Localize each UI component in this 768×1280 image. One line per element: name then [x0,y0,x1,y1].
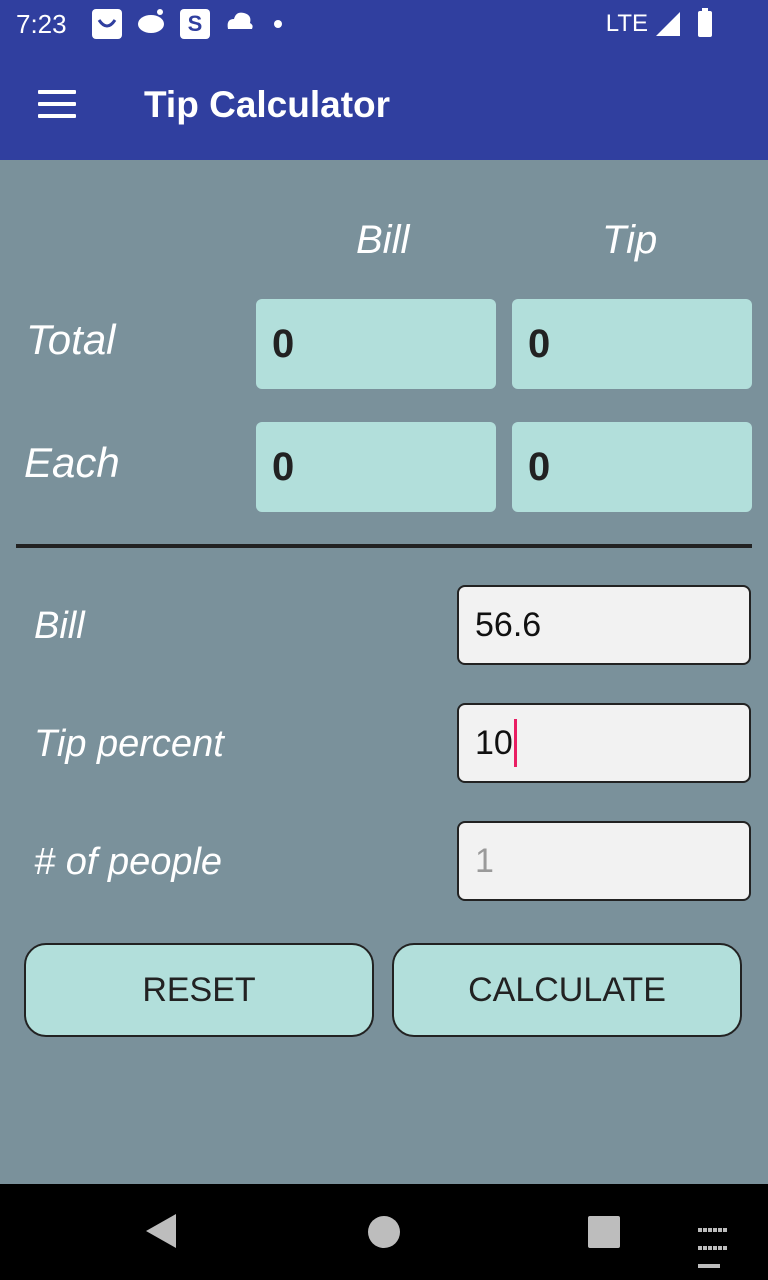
reddit-icon [136,8,166,39]
page-title: Tip Calculator [144,84,391,125]
shopping-bag-icon [92,8,122,39]
bill-column-header: Bill [356,218,410,262]
each-bill-value: 0 [256,422,496,512]
total-tip-value: 0 [512,299,752,389]
text-cursor [513,719,517,767]
people-label: # of people [34,841,223,883]
each-tip-value: 0 [512,422,752,512]
tip-percent-label: Tip percent [34,723,224,765]
calculate-button[interactable]: CALCULATE [392,943,742,1037]
dot-icon [274,19,282,28]
app-bar: Tip Calculator [0,50,768,160]
keyboard-icon[interactable] [698,1222,732,1268]
total-bill-value: 0 [256,299,496,389]
total-row-label: Total [26,316,116,363]
tip-column-header: Tip [602,218,658,262]
menu-icon[interactable] [38,90,76,120]
signal-icon [656,12,682,41]
tip-percent-input[interactable]: 10 [457,703,751,783]
tip-percent-value: 10 [475,723,513,762]
reset-button[interactable]: RESET [24,943,374,1037]
recents-icon[interactable] [588,1216,620,1248]
home-icon[interactable] [368,1216,400,1248]
people-input-placeholder: 1 [475,841,494,880]
status-time: 7:23 [16,9,67,39]
battery-icon [698,8,712,37]
s-app-icon: S [180,8,210,39]
bill-input-label: Bill [34,605,85,647]
navigation-bar [0,1184,768,1280]
people-input[interactable]: 1 [457,821,751,901]
bill-input[interactable]: 56.6 [457,585,751,665]
cloud-app-icon [224,9,254,38]
bill-input-value: 56.6 [475,605,542,644]
network-type: LTE [605,10,648,37]
back-icon[interactable] [146,1214,176,1248]
divider [16,544,752,548]
status-bar: 7:23 S LTE [0,0,768,50]
each-row-label: Each [24,439,120,486]
